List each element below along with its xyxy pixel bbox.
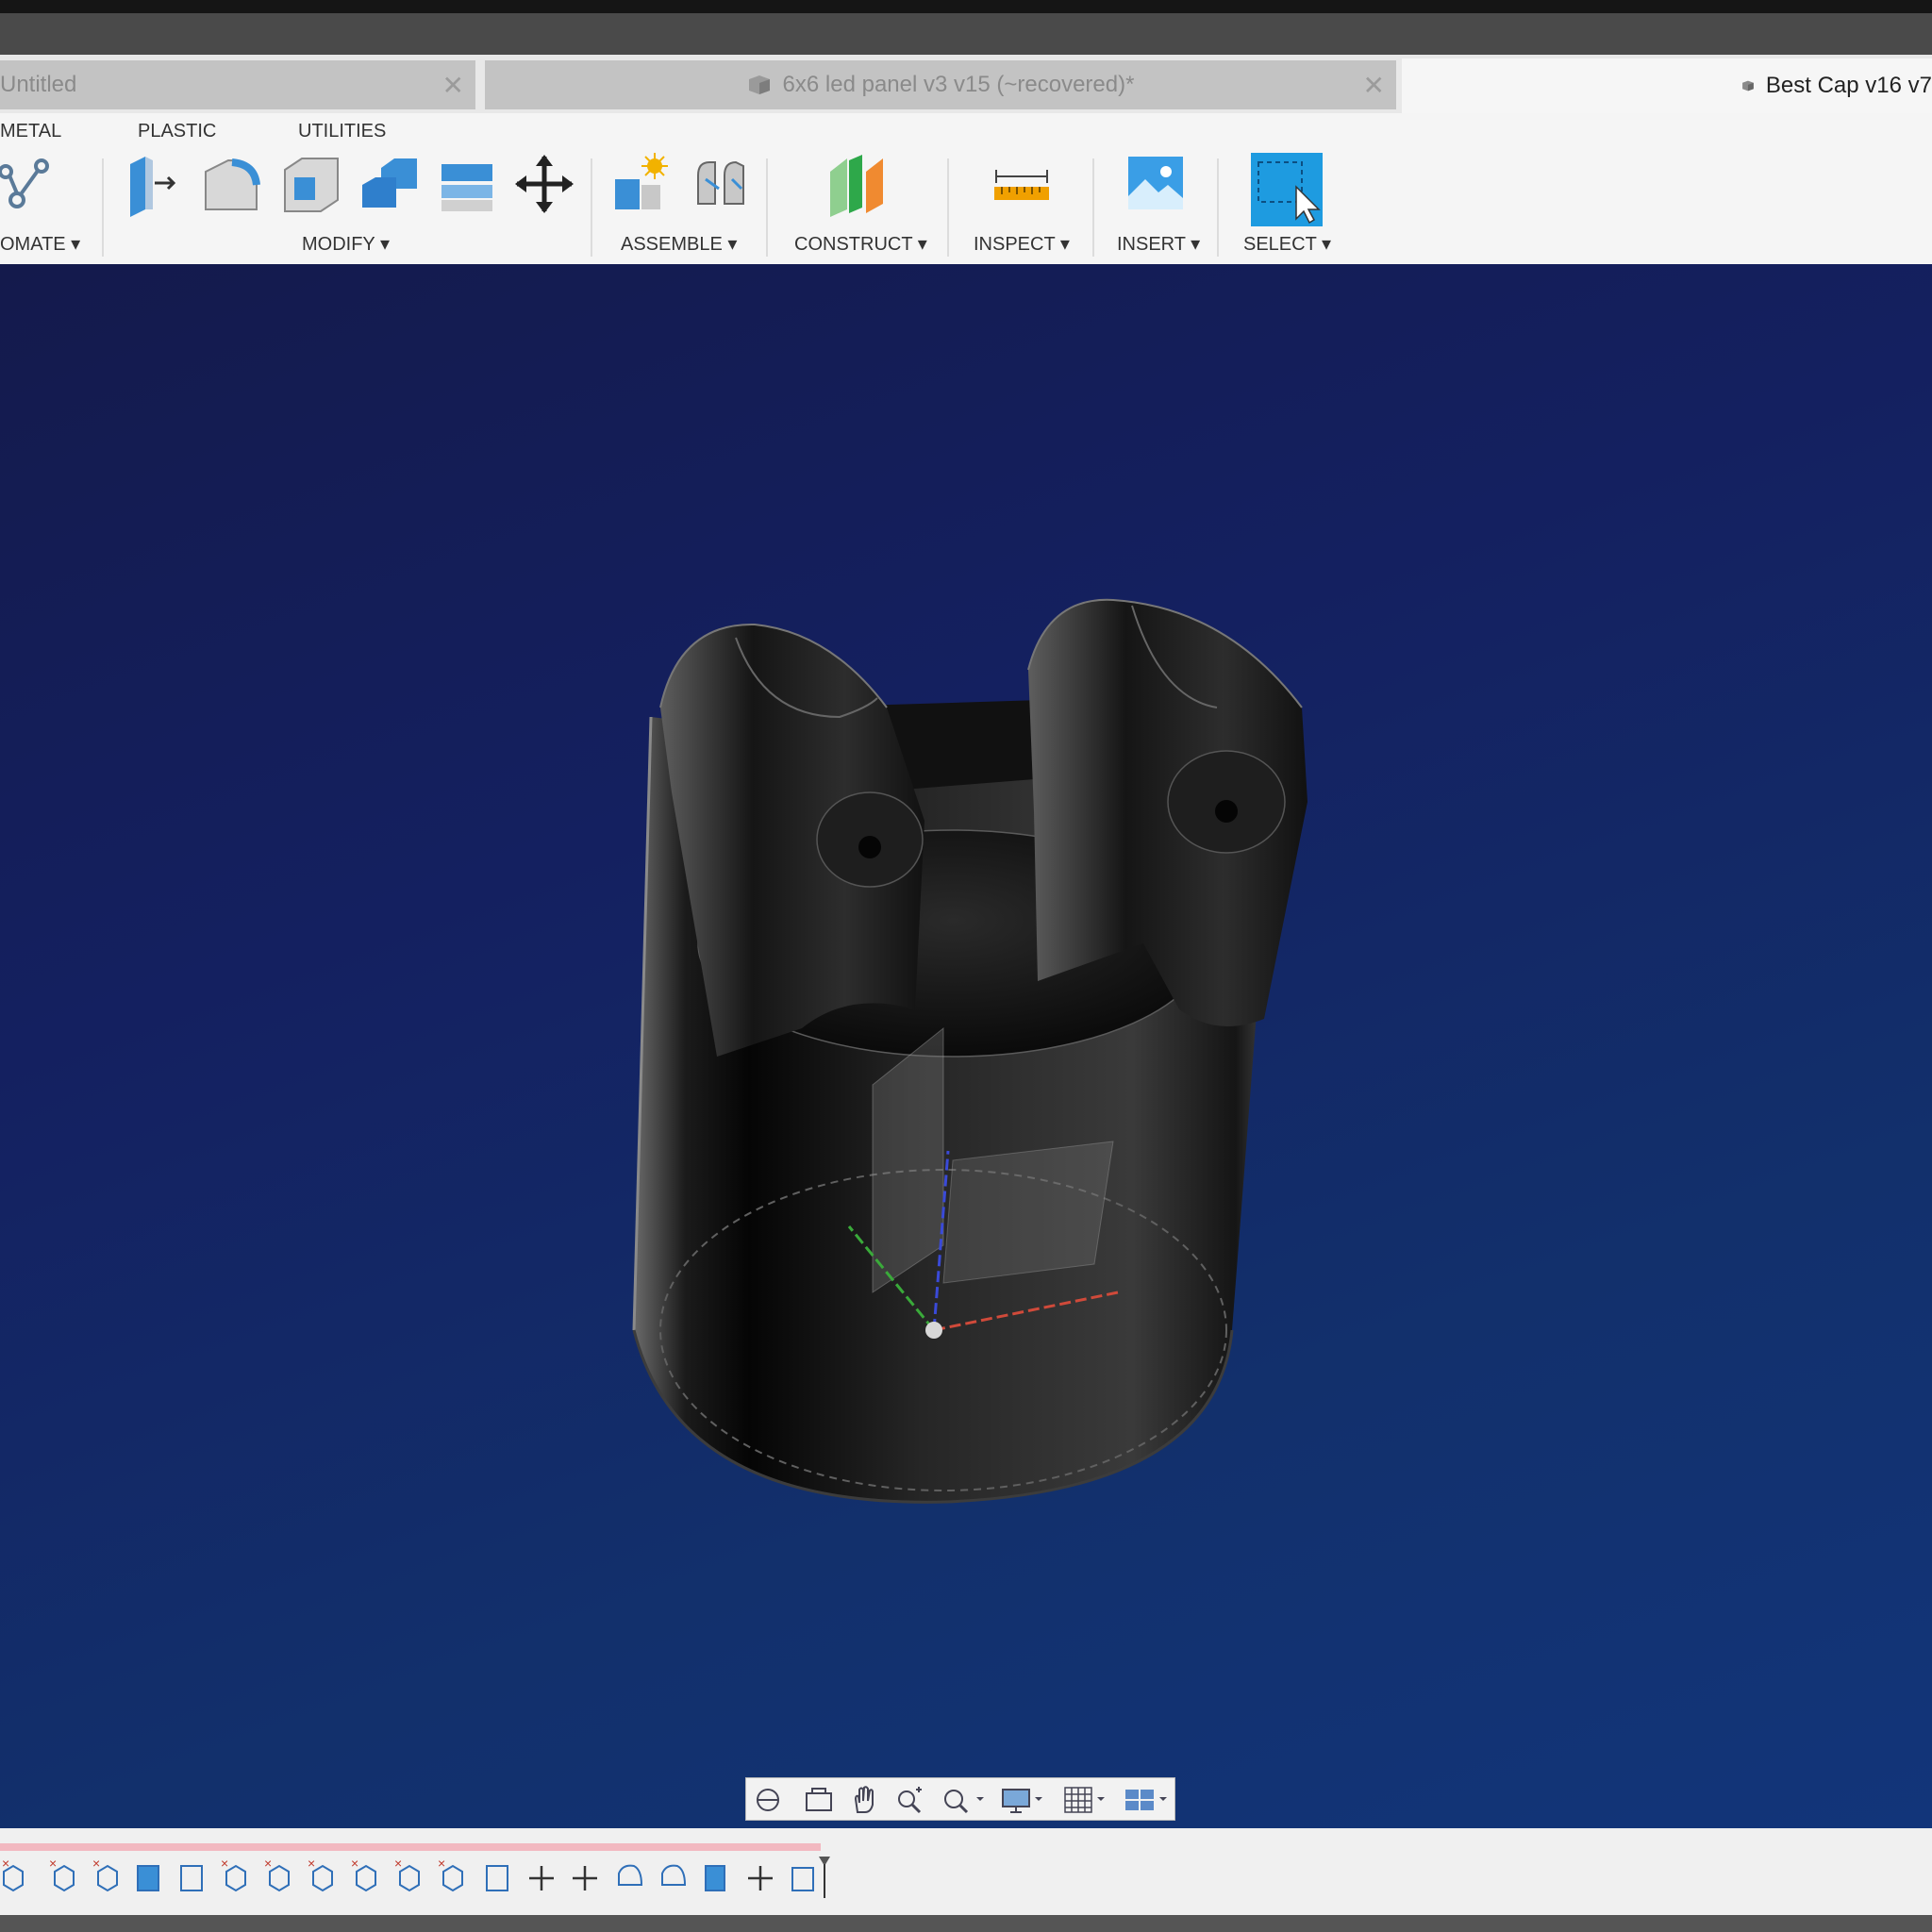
svg-text:×: × xyxy=(308,1857,315,1871)
group-inspect[interactable]: INSPECT ▾ xyxy=(974,232,1070,256)
document-icon xyxy=(1742,80,1754,92)
document-tab-strip: Untitled ✕ 6x6 led panel v3 v15 (~recove… xyxy=(0,55,1932,113)
toolbar-ribbon: METAL PLASTIC UTILITIES OMATE ▾ MODIFY ▾ xyxy=(0,113,1932,264)
select-icon[interactable] xyxy=(1251,153,1323,226)
divider xyxy=(1092,158,1094,257)
group-select[interactable]: SELECT ▾ xyxy=(1243,232,1331,256)
divider xyxy=(102,158,104,257)
svg-text:×: × xyxy=(2,1857,9,1871)
timeline-features[interactable]: × × × × × × × × × xyxy=(0,1857,849,1898)
svg-text:×: × xyxy=(264,1857,272,1871)
svg-text:×: × xyxy=(351,1857,358,1871)
automate-icon[interactable] xyxy=(0,151,53,217)
ribbon-tab-utilities[interactable]: UTILITIES xyxy=(298,121,386,142)
joint-icon[interactable] xyxy=(691,151,753,217)
grid-icon[interactable] xyxy=(1061,1784,1108,1816)
navigation-toolbar xyxy=(745,1777,1175,1821)
timeline: × × × × × × × × × xyxy=(0,1828,1932,1915)
group-automate[interactable]: OMATE ▾ xyxy=(0,232,80,256)
svg-text:×: × xyxy=(221,1857,228,1871)
svg-text:×: × xyxy=(394,1857,402,1871)
shell-icon[interactable] xyxy=(279,151,341,217)
press-pull-icon[interactable] xyxy=(125,151,181,217)
group-construct[interactable]: CONSTRUCT ▾ xyxy=(794,232,927,256)
tab-label: Untitled xyxy=(0,72,77,97)
svg-text:×: × xyxy=(92,1857,100,1871)
combine-icon[interactable] xyxy=(358,151,421,217)
ribbon-tab-metal[interactable]: METAL xyxy=(0,121,61,142)
look-at-icon[interactable] xyxy=(803,1784,835,1816)
3d-viewport[interactable] xyxy=(0,264,1932,1828)
tab-best-cap[interactable]: Best Cap v16 v7 xyxy=(1402,58,1932,113)
replace-face-icon[interactable] xyxy=(436,151,498,217)
svg-text:×: × xyxy=(438,1857,445,1871)
window-title-bar xyxy=(0,0,1932,55)
divider xyxy=(591,158,592,257)
divider xyxy=(1217,158,1219,257)
divider xyxy=(947,158,949,257)
close-icon[interactable]: ✕ xyxy=(442,70,464,101)
pan-icon[interactable] xyxy=(848,1784,880,1816)
status-strip xyxy=(0,1915,1932,1932)
svg-text:×: × xyxy=(49,1857,57,1871)
insert-image-icon[interactable] xyxy=(1124,151,1187,217)
tab-label: 6x6 led panel v3 v15 (~recovered)* xyxy=(782,72,1135,97)
move-icon[interactable] xyxy=(513,151,575,217)
new-component-icon[interactable] xyxy=(611,151,674,217)
display-settings-icon[interactable] xyxy=(999,1784,1046,1816)
zoom-icon[interactable] xyxy=(893,1784,925,1816)
tab-6x6-led-panel[interactable]: 6x6 led panel v3 v15 (~recovered)* ✕ xyxy=(485,60,1396,109)
construct-plane-icon[interactable] xyxy=(826,151,889,217)
fillet-icon[interactable] xyxy=(200,151,262,217)
viewports-icon[interactable] xyxy=(1122,1784,1171,1816)
timeline-progress xyxy=(0,1843,821,1851)
ribbon-tab-plastic[interactable]: PLASTIC xyxy=(138,121,216,142)
close-icon[interactable]: ✕ xyxy=(1363,70,1385,101)
document-icon xyxy=(748,75,770,94)
group-assemble[interactable]: ASSEMBLE ▾ xyxy=(621,232,737,256)
fit-icon[interactable] xyxy=(941,1784,986,1816)
tab-label: Best Cap v16 v7 xyxy=(1765,73,1932,98)
group-modify[interactable]: MODIFY ▾ xyxy=(302,232,390,256)
tab-untitled[interactable]: Untitled ✕ xyxy=(0,60,475,109)
measure-icon[interactable] xyxy=(991,151,1053,217)
group-insert[interactable]: INSERT ▾ xyxy=(1117,232,1200,256)
orbit-icon[interactable] xyxy=(752,1784,784,1816)
cap-model[interactable] xyxy=(0,264,1932,1828)
divider xyxy=(766,158,768,257)
